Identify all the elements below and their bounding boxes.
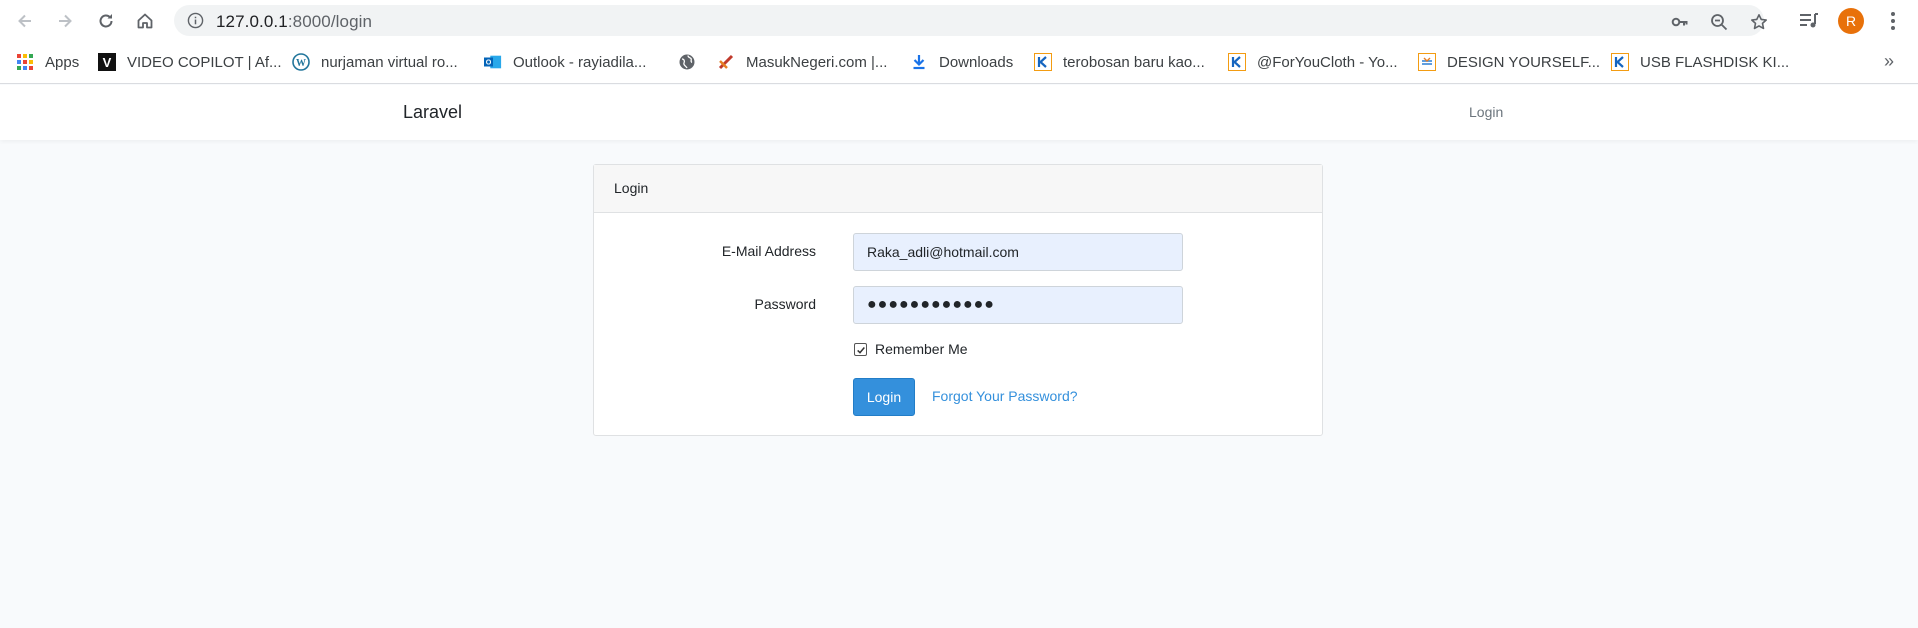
email-label: E-Mail Address [721,243,816,259]
kaskus-icon [1228,53,1246,71]
kaskus-icon [1611,53,1629,71]
forgot-password-link[interactable]: Forgot Your Password? [932,388,1078,404]
browser-toolbar: 127.0.0.1:8000/login R [0,0,1918,42]
svg-text:W: W [296,58,306,69]
checkmark-icon [856,346,865,354]
email-field[interactable]: Raka_adli@hotmail.com [853,233,1183,271]
bookmark-usb-flashdisk[interactable]: USB FLASHDISK KI... [1611,50,1789,74]
bookmark-video-copilot[interactable]: V VIDEO COPILOT | Af... [98,50,282,74]
bookmark-label: @ForYouCloth - Yo... [1257,53,1398,71]
bookmark-design-yourself[interactable]: DESIGN YOURSELF... [1418,50,1600,74]
url-path: :8000/login [287,12,373,31]
bookmark-label: MasukNegeri.com |... [746,53,888,71]
password-label: Password [754,296,816,312]
bookmark-label: Apps [45,53,80,71]
bookmark-label: nurjaman virtual ro... [321,53,458,71]
bookmark-terobosan[interactable]: terobosan baru kao... [1034,50,1205,74]
app-navbar: Laravel Login [0,85,1918,140]
bookmark-label: USB FLASHDISK KI... [1640,53,1790,71]
remember-me-checkbox[interactable] [854,343,867,356]
bookmark-apps[interactable]: Apps [16,50,79,74]
address-bar[interactable]: 127.0.0.1:8000/login [174,5,1767,36]
password-field[interactable]: ●●●●●●●●●●●● [853,286,1183,324]
svg-text:O: O [486,58,492,67]
bookmark-label: DESIGN YOURSELF... [1447,53,1601,71]
bookmarks-overflow-button[interactable]: » [1884,51,1894,72]
bookmark-downloads[interactable]: Downloads [910,50,1013,74]
url-text[interactable]: 127.0.0.1:8000/login [216,12,372,32]
bookmark-star-icon[interactable] [1750,13,1768,31]
apps-grid-icon [16,53,34,71]
login-card: Login E-Mail Address Raka_adli@hotmail.c… [593,164,1323,436]
url-host: 127.0.0.1 [216,12,288,31]
video-copilot-icon: V [98,53,116,71]
bookmark-masuknegeri[interactable]: MasukNegeri.com |... [717,50,887,74]
forward-arrow-icon[interactable] [54,10,76,32]
key-icon[interactable] [1671,13,1689,31]
masuknegeri-icon [717,53,735,71]
bookmark-label: VIDEO COPILOT | Af... [127,53,282,71]
bookmarks-bar: Apps V VIDEO COPILOT | Af... W nurjaman … [0,42,1918,84]
media-queue-icon[interactable] [1798,10,1820,32]
bookmark-nurjaman[interactable]: W nurjaman virtual ro... [292,50,458,74]
kaskus-icon [1418,53,1436,71]
reload-icon[interactable] [95,10,117,32]
bookmark-foryoucloth[interactable]: @ForYouCloth - Yo... [1228,50,1398,74]
bookmark-outlook[interactable]: O Outlook - rayiadila... [484,50,646,74]
site-info-icon[interactable] [187,12,204,29]
outlook-icon: O [484,53,502,71]
bookmark-label: Outlook - rayiadila... [513,53,647,71]
globe-icon [678,53,696,71]
card-header: Login [594,165,1322,213]
profile-avatar[interactable]: R [1838,8,1864,34]
bookmark-label: terobosan baru kao... [1063,53,1205,71]
wordpress-icon: W [292,53,310,71]
kaskus-icon [1034,53,1052,71]
zoom-icon[interactable] [1710,13,1728,31]
bookmark-label: Downloads [939,53,1014,71]
bookmark-globe[interactable] [678,50,707,74]
navbar-brand[interactable]: Laravel [403,102,462,123]
navbar-login-link[interactable]: Login [1469,104,1503,120]
remember-me-label[interactable]: Remember Me [875,341,968,357]
back-arrow-icon[interactable] [14,10,36,32]
download-icon [910,53,928,71]
home-icon[interactable] [134,10,156,32]
menu-kebab-icon[interactable] [1882,10,1904,32]
card-title: Login [614,180,649,196]
login-button[interactable]: Login [853,378,915,416]
